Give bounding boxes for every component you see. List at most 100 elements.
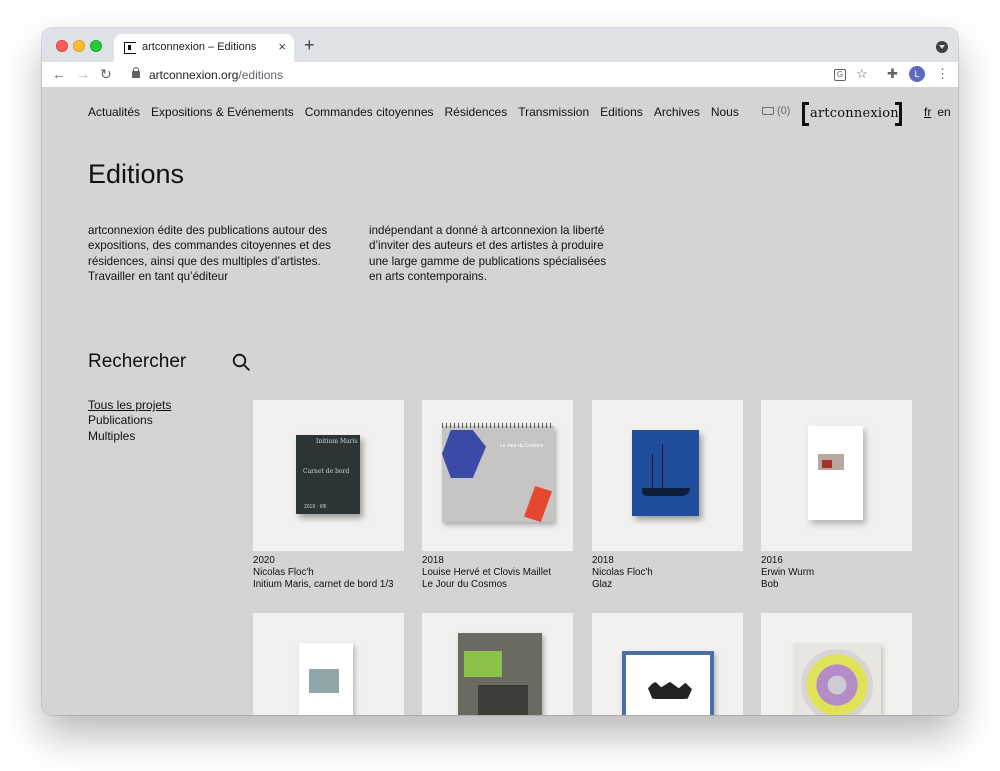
tab-strip: artconnexion – Editions × + [42,28,958,62]
book-cover [808,426,863,520]
filter-all-projects[interactable]: Tous les projets [88,398,171,413]
logo-bracket-right [895,102,902,126]
minimize-window-button[interactable] [73,40,85,52]
logo-bracket-left [802,102,809,126]
edition-card[interactable]: Initium Maris Carnet de bord 2019 · I/II… [253,400,404,591]
new-tab-button[interactable]: + [304,35,315,55]
edition-meta: 2018 Louise Hervé et Clovis Maillet Le J… [422,555,573,591]
edition-author: Erwin Wurm [761,567,815,578]
edition-thumbnail[interactable] [761,613,912,715]
forward-icon[interactable]: → [76,65,90,83]
edition-year: 2020 [253,555,275,566]
blue-shape [442,430,486,478]
edition-thumbnail[interactable] [592,400,743,551]
nav-item-nous[interactable]: Nous [711,105,739,119]
profile-avatar[interactable]: L [909,66,925,82]
browser-window: artconnexion – Editions × + ← → ↻ artcon… [42,28,958,715]
cart-count: (0) [777,105,791,117]
edition-meta: 2016 Erwin Wurm Bob [761,555,912,591]
browser-toolbar: ← → ↻ artconnexion.org/editions G ☆ ✚ L … [42,62,958,88]
boat-hull [642,488,690,496]
edition-title: Initium Maris, carnet de bord 1/3 [253,579,394,590]
cover-text: Initium Maris [316,438,358,445]
edition-thumbnail[interactable] [592,613,743,715]
ink-drawing [648,681,692,699]
bookmark-star-icon[interactable]: ☆ [856,66,868,82]
edition-meta: 2018 Nicolas Floc'h Glaz [592,555,743,591]
extensions-icon[interactable]: ✚ [887,66,898,82]
tab-title: artconnexion – Editions [142,41,257,53]
edition-year: 2016 [761,555,783,566]
book-cover [458,633,542,715]
cover-image [309,669,339,693]
edition-card[interactable] [592,613,743,715]
browser-menu-icon[interactable]: ⋮ [936,66,949,82]
main-nav: Actualités Expositions & Evénements Comm… [88,105,739,119]
edition-card[interactable] [422,613,573,715]
filter-list: Tous les projets Publications Multiples [88,398,171,444]
tab-search-icon[interactable] [936,41,948,53]
boat-mast [652,454,653,490]
nav-item-residences[interactable]: Résidences [445,105,508,119]
nav-item-actualites[interactable]: Actualités [88,105,140,119]
lang-en-link[interactable]: en [937,105,950,119]
url-path: /editions [238,68,284,82]
cart-link[interactable]: (0) [762,105,790,117]
boat-mast [662,444,663,490]
edition-year: 2018 [422,555,444,566]
browser-tab[interactable]: artconnexion – Editions × [114,34,294,62]
nav-item-expositions[interactable]: Expositions & Evénements [151,105,294,119]
spiral-binding [442,423,554,428]
filter-multiples[interactable]: Multiples [88,429,171,444]
edition-author: Nicolas Floc'h [592,567,653,578]
cover-text: Le Jour du Cosmos [500,443,544,449]
tab-close-icon[interactable]: × [278,39,286,55]
nav-item-archives[interactable]: Archives [654,105,700,119]
search-icon[interactable] [232,353,250,371]
edition-author: Nicolas Floc'h [253,567,314,578]
close-window-button[interactable] [56,40,68,52]
cover-label [464,651,502,677]
book-cover: Initium Maris Carnet de bord 2019 · I/II… [296,435,360,514]
url-text[interactable]: artconnexion.org/editions [149,68,283,82]
edition-thumbnail[interactable]: Initium Maris Carnet de bord 2019 · I/II… [253,400,404,551]
nav-item-editions[interactable]: Editions [600,105,643,119]
edition-thumbnail[interactable] [422,613,573,715]
edition-card[interactable] [761,613,912,715]
edition-card[interactable] [253,613,404,715]
lang-fr-link[interactable]: fr [924,105,931,119]
search-heading: Rechercher [88,351,187,372]
edition-card[interactable]: Le Jour du Cosmos 2018 Louise Hervé et C… [422,400,573,591]
edition-thumbnail[interactable] [761,400,912,551]
edition-card[interactable]: 2018 Nicolas Floc'h Glaz [592,400,743,591]
edition-title: Le Jour du Cosmos [422,579,507,590]
zoom-window-button[interactable] [90,40,102,52]
edition-card[interactable]: 2016 Erwin Wurm Bob [761,400,912,591]
page-title: Editions [88,159,185,189]
logo-text: artconnexion [810,106,899,121]
lock-icon[interactable] [132,67,140,78]
book-cover [299,643,353,715]
filter-publications[interactable]: Publications [88,413,171,428]
translate-icon[interactable]: G [834,69,846,81]
intro-text-right: indépendant a donné à artconnexion la li… [369,224,607,284]
address-bar[interactable]: artconnexion.org/editions [124,64,876,86]
favicon-icon [124,42,136,54]
cover-text: 2019 · I/III [304,504,327,510]
cart-icon [762,107,774,115]
web-page: Actualités Expositions & Evénements Comm… [42,88,958,715]
cover-text: Carnet de bord [303,468,350,475]
edition-thumbnail[interactable]: Le Jour du Cosmos [422,400,573,551]
url-host: artconnexion.org [149,68,239,82]
edition-thumbnail[interactable] [253,613,404,715]
edition-meta: 2020 Nicolas Floc'h Initium Maris, carne… [253,555,404,591]
edition-year: 2018 [592,555,614,566]
edition-title: Bob [761,579,779,590]
site-logo[interactable]: artconnexion [802,102,902,126]
edition-title: Glaz [592,579,613,590]
back-icon[interactable]: ← [52,65,66,83]
reload-icon[interactable]: ↻ [100,65,112,83]
record-sleeve [793,643,881,715]
nav-item-transmission[interactable]: Transmission [518,105,589,119]
nav-item-commandes[interactable]: Commandes citoyennes [305,105,434,119]
